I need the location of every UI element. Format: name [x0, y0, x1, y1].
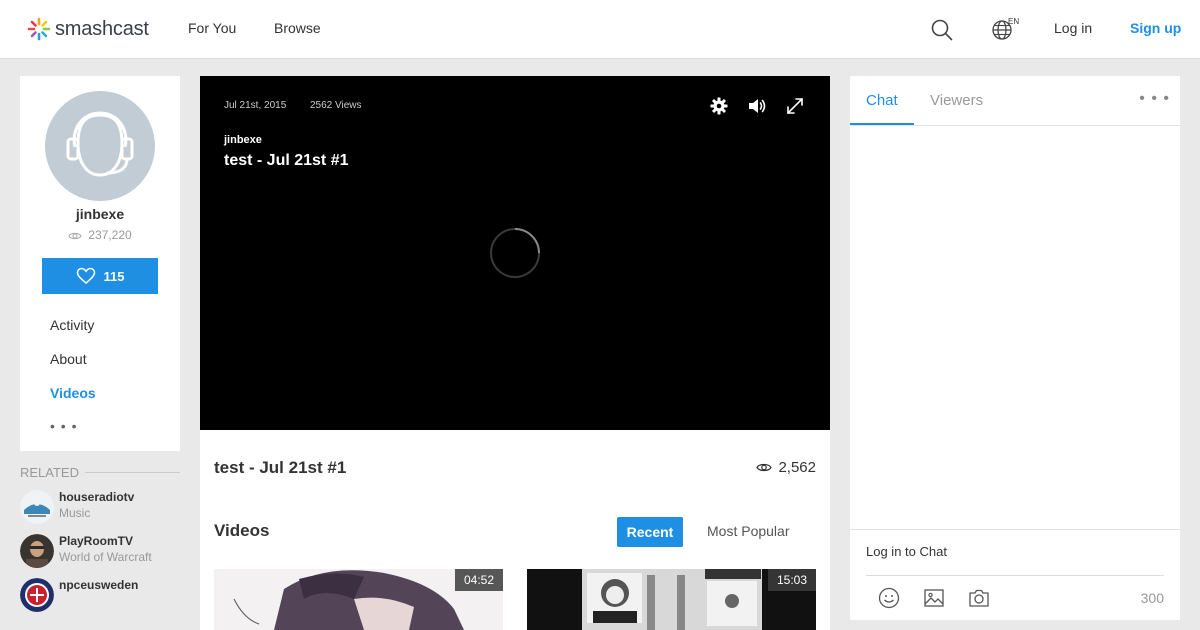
nav-browse[interactable]: Browse [274, 20, 321, 36]
top-nav: smashcast For You Browse EN Log in Sign … [0, 0, 1200, 59]
default-avatar-icon [66, 111, 134, 177]
logo-icon [27, 17, 51, 41]
player-views: 2562 Views [310, 100, 362, 111]
tab-chat[interactable]: Chat [866, 92, 898, 109]
related-name: houseradiotv [59, 490, 135, 504]
active-tab-indicator [850, 123, 914, 125]
image-icon[interactable] [923, 587, 945, 609]
language-code[interactable]: EN [1008, 17, 1019, 26]
player-title: test - Jul 21st #1 [224, 152, 349, 169]
heart-icon [76, 267, 95, 284]
video-views-count: 2,562 [778, 459, 816, 476]
login-link[interactable]: Log in [1054, 20, 1092, 36]
related-avatar [20, 534, 54, 568]
related-game: World of Warcraft [59, 550, 152, 564]
chat-messages[interactable] [850, 126, 1180, 530]
loading-spinner-icon [490, 228, 540, 278]
related-avatar [20, 490, 54, 524]
settings-gear-icon[interactable] [709, 96, 729, 116]
related-heading: RELATED [20, 465, 180, 480]
logo-text: smashcast [55, 17, 149, 40]
chat-login-prompt[interactable]: Log in to Chat [866, 544, 947, 559]
volume-icon[interactable] [747, 96, 767, 116]
camera-icon[interactable] [968, 587, 990, 609]
profile-menu-about[interactable]: About [50, 351, 87, 367]
avatar[interactable] [45, 91, 155, 201]
related-avatar [20, 578, 54, 612]
video-views: 2,562 [756, 459, 816, 476]
follow-button[interactable]: 115 [42, 258, 158, 294]
video-player[interactable]: Jul 21st, 2015 2562 Views jinbexe test -… [200, 76, 830, 430]
related-game: Music [59, 506, 91, 520]
profile-menu-activity[interactable]: Activity [50, 317, 94, 333]
emoji-icon[interactable] [878, 587, 900, 609]
video-info-panel: test - Jul 21st #1 2,562 Videos Recent M… [200, 430, 830, 630]
profile-views-count: 237,220 [88, 228, 132, 242]
player-date: Jul 21st, 2015 [224, 100, 287, 111]
profile-more-button[interactable]: • • • [50, 418, 77, 434]
chat-panel: Chat Viewers • • • Log in to Chat 300 [850, 76, 1180, 620]
eye-icon [68, 232, 82, 240]
related-item[interactable]: PlayRoomTV World of Warcraft [20, 534, 190, 570]
profile-name[interactable]: jinbexe [20, 206, 180, 222]
chat-char-limit: 300 [1140, 590, 1164, 606]
search-icon[interactable] [930, 18, 954, 42]
fullscreen-icon[interactable] [785, 96, 805, 116]
video-duration: 15:03 [767, 569, 816, 591]
tab-viewers[interactable]: Viewers [930, 92, 983, 109]
related-name: PlayRoomTV [59, 534, 134, 548]
chat-tabs: Chat Viewers • • • [850, 76, 1180, 126]
eye-icon [756, 463, 773, 472]
signup-link[interactable]: Sign up [1130, 20, 1181, 36]
profile-menu-videos[interactable]: Videos [50, 385, 96, 401]
player-channel[interactable]: jinbexe [224, 134, 262, 146]
videos-heading: Videos [214, 521, 270, 540]
video-title: test - Jul 21st #1 [214, 458, 347, 477]
profile-card: jinbexe 237,220 115 Activity About Video… [20, 76, 180, 451]
related-heading-label: RELATED [20, 465, 79, 480]
video-duration: 04:52 [454, 569, 503, 591]
chat-more-button[interactable]: • • • [1139, 90, 1170, 108]
related-item[interactable]: npceusweden [20, 578, 190, 614]
tab-recent[interactable]: Recent [617, 517, 683, 547]
logo[interactable]: smashcast [27, 17, 149, 41]
nav-for-you[interactable]: For You [188, 20, 236, 36]
related-name: npceusweden [59, 578, 139, 592]
related-item[interactable]: houseradiotv Music [20, 490, 190, 526]
video-thumbnail[interactable]: 04:52 [214, 569, 503, 630]
follow-count: 115 [103, 268, 125, 284]
tab-most-popular[interactable]: Most Popular [707, 523, 789, 539]
profile-views: 237,220 [20, 228, 180, 242]
video-thumbnail[interactable]: 15:03 [527, 569, 816, 630]
chat-divider [866, 575, 1164, 576]
